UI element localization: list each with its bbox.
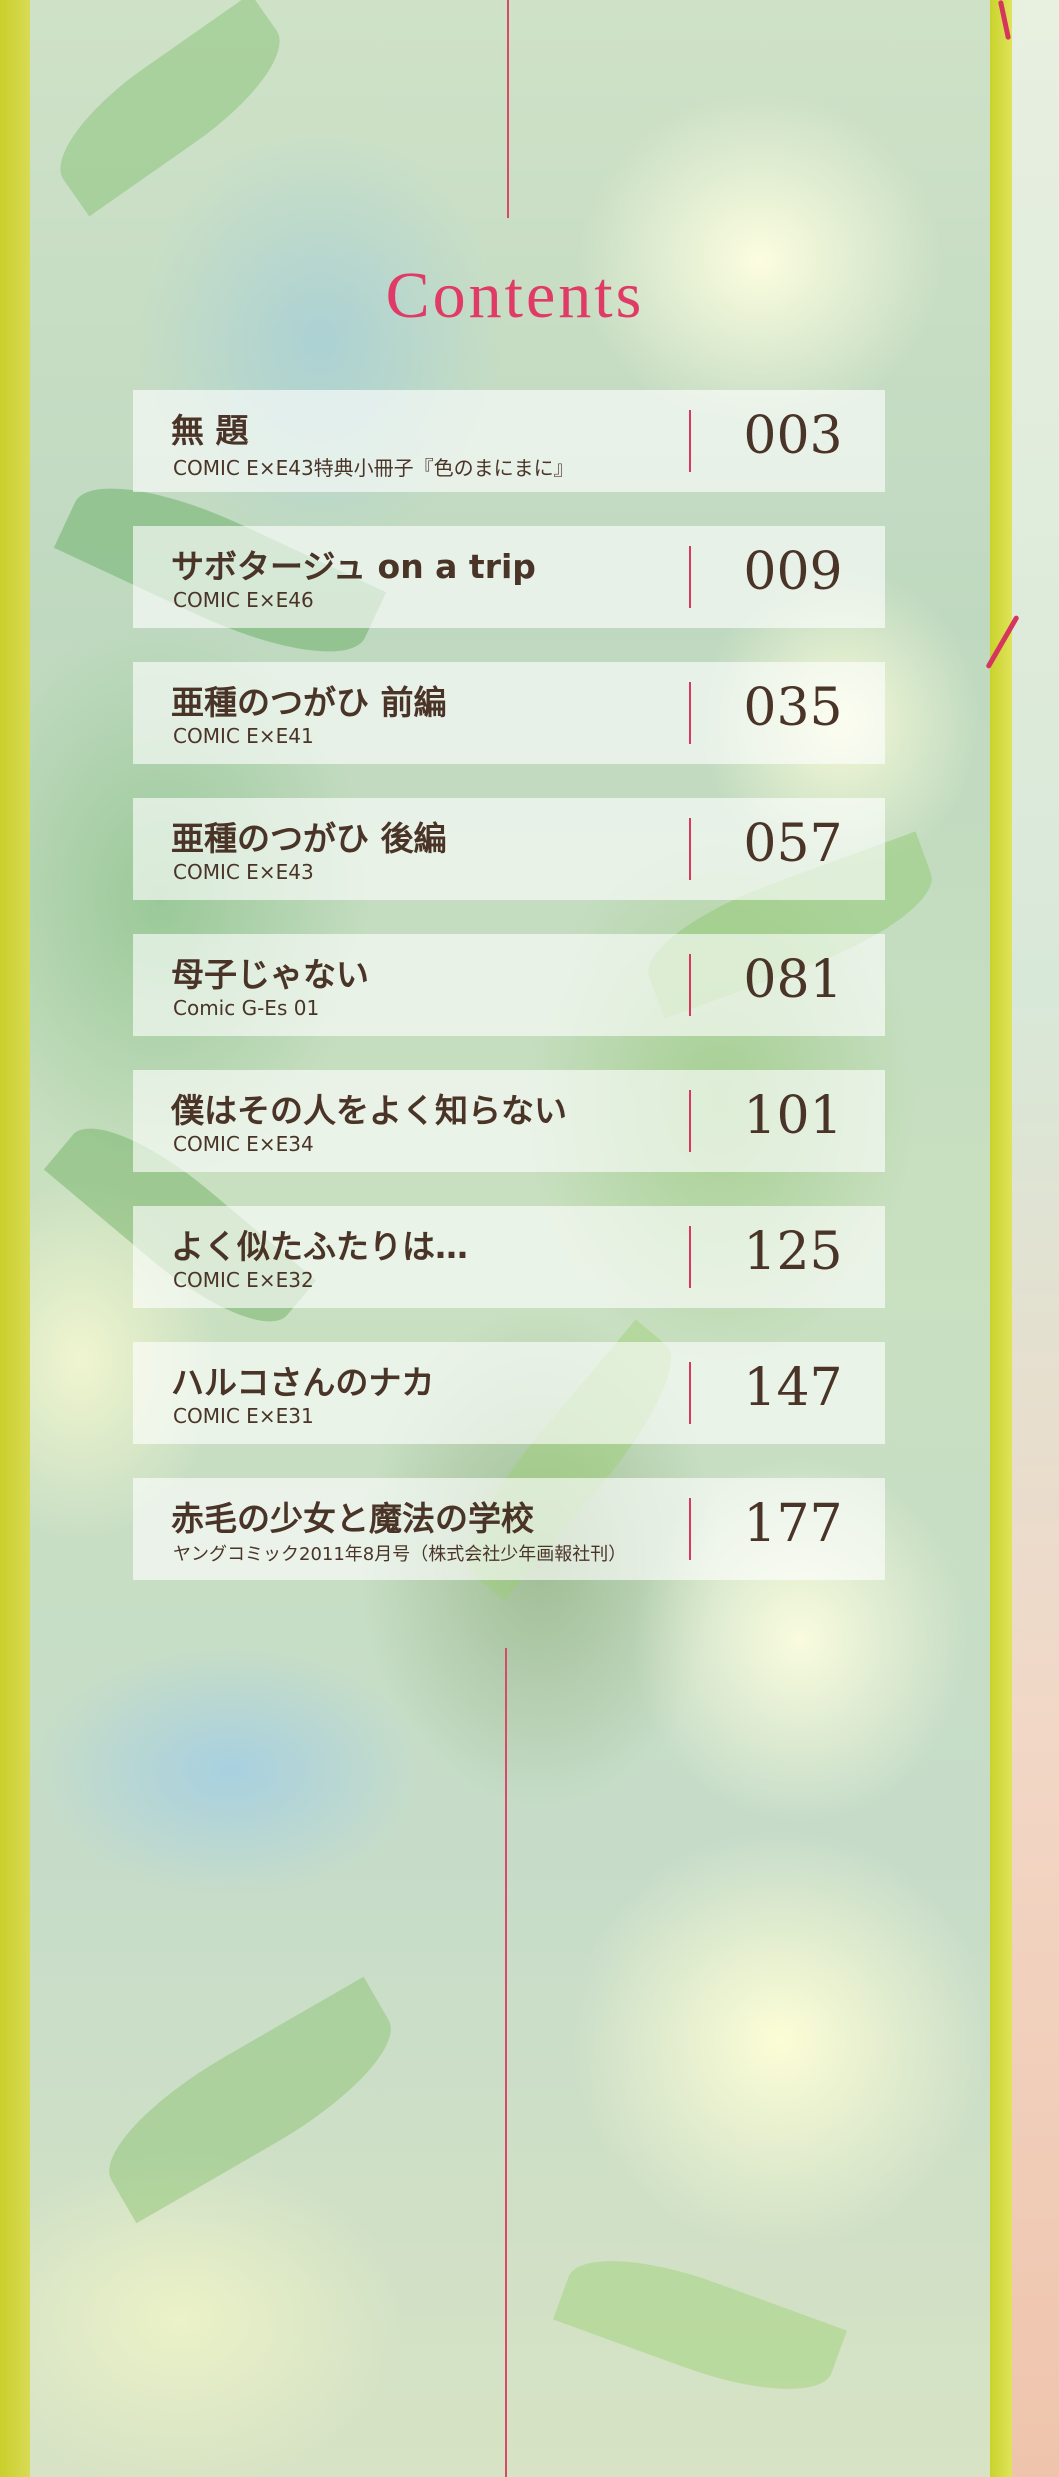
entry-title: よく似たふたりは… bbox=[171, 1227, 468, 1266]
entry-title: 亜種のつがひ 前編 bbox=[171, 683, 447, 722]
toc-entry[interactable]: 亜種のつがひ 前編 COMIC E×E41 035 bbox=[133, 662, 885, 764]
entry-divider bbox=[689, 1090, 691, 1152]
entry-page-number: 177 bbox=[743, 1494, 843, 1554]
entry-source: COMIC E×E34 bbox=[173, 1132, 314, 1156]
entry-title: 僕はその人をよく知らない bbox=[171, 1091, 567, 1130]
toc-entry[interactable]: 亜種のつがひ 後編 COMIC E×E43 057 bbox=[133, 798, 885, 900]
toc-entry[interactable]: 赤毛の少女と魔法の学校 ヤングコミック2011年8月号（株式会社少年画報社刊） … bbox=[133, 1478, 885, 1580]
entry-divider bbox=[689, 1226, 691, 1288]
entry-source: COMIC E×E32 bbox=[173, 1268, 314, 1292]
entry-source: COMIC E×E46 bbox=[173, 588, 314, 612]
entry-divider bbox=[689, 546, 691, 608]
entry-divider bbox=[689, 410, 691, 472]
entry-page-number: 101 bbox=[743, 1086, 843, 1146]
entry-page-number: 035 bbox=[743, 678, 843, 738]
entry-title: ハルコさんのナカ bbox=[171, 1363, 435, 1402]
background-leaf bbox=[553, 2234, 847, 2416]
toc-entry[interactable]: 僕はその人をよく知らない COMIC E×E34 101 bbox=[133, 1070, 885, 1172]
entry-title: 母子じゃない bbox=[171, 955, 369, 994]
entry-divider bbox=[689, 818, 691, 880]
divider-line-top bbox=[507, 0, 509, 218]
entry-divider bbox=[689, 1498, 691, 1560]
entry-title: 赤毛の少女と魔法の学校 bbox=[171, 1499, 534, 1538]
divider-line-bottom bbox=[505, 1648, 507, 2477]
entry-page-number: 009 bbox=[743, 542, 843, 602]
entry-page-number: 125 bbox=[743, 1222, 843, 1282]
entry-page-number: 003 bbox=[743, 406, 843, 466]
entry-page-number: 147 bbox=[743, 1358, 843, 1418]
entry-divider bbox=[689, 954, 691, 1016]
entry-source: COMIC E×E31 bbox=[173, 1404, 314, 1428]
contents-title: Contents bbox=[385, 259, 645, 332]
entry-divider bbox=[689, 1362, 691, 1424]
entry-source: COMIC E×E43特典小冊子『色のまにまに』 bbox=[173, 456, 574, 480]
entry-title: サボタージュ on a trip bbox=[171, 547, 536, 586]
entry-source: COMIC E×E43 bbox=[173, 860, 314, 884]
entry-source: Comic G-Es 01 bbox=[173, 996, 320, 1020]
right-edge bbox=[1012, 0, 1059, 2477]
background-leaf bbox=[37, 0, 303, 217]
entry-title: 亜種のつがひ 後編 bbox=[171, 819, 447, 858]
entry-source: COMIC E×E41 bbox=[173, 724, 314, 748]
toc-entry[interactable]: サボタージュ on a trip COMIC E×E46 009 bbox=[133, 526, 885, 628]
background-leaf bbox=[86, 1976, 414, 2224]
right-border bbox=[990, 0, 1012, 2477]
toc-entry[interactable]: よく似たふたりは… COMIC E×E32 125 bbox=[133, 1206, 885, 1308]
left-border bbox=[0, 0, 30, 2477]
toc-entry[interactable]: ハルコさんのナカ COMIC E×E31 147 bbox=[133, 1342, 885, 1444]
toc-entry[interactable]: 無 題 COMIC E×E43特典小冊子『色のまにまに』 003 bbox=[133, 390, 885, 492]
toc-entry[interactable]: 母子じゃない Comic G-Es 01 081 bbox=[133, 934, 885, 1036]
entry-page-number: 057 bbox=[743, 814, 843, 874]
entry-source: ヤングコミック2011年8月号（株式会社少年画報社刊） bbox=[173, 1544, 627, 1565]
entry-page-number: 081 bbox=[743, 950, 843, 1010]
entry-title: 無 題 bbox=[171, 411, 249, 450]
book-page: Contents 無 題 COMIC E×E43特典小冊子『色のまにまに』 00… bbox=[0, 0, 1059, 2477]
entry-divider bbox=[689, 682, 691, 744]
